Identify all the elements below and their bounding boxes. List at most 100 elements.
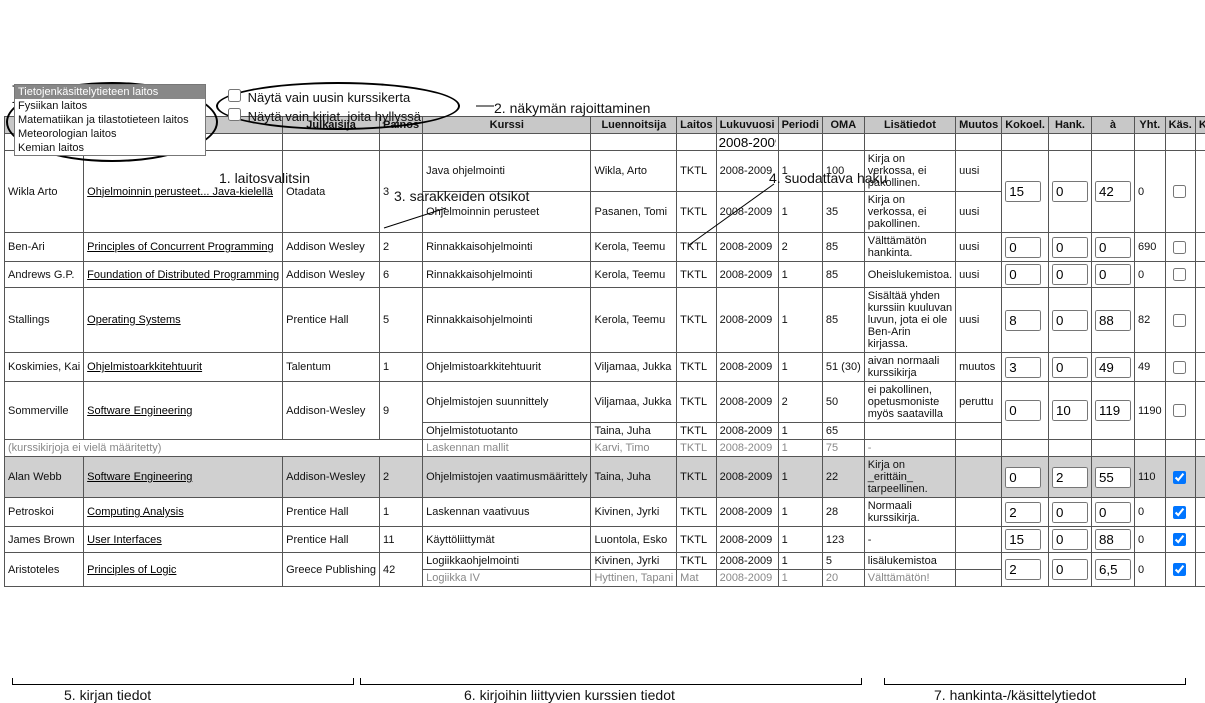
- filter-input[interactable]: [1196, 134, 1205, 150]
- filter-input[interactable]: [591, 134, 676, 150]
- col-header[interactable]: Kurssi: [423, 117, 591, 134]
- handled-checkbox[interactable]: [1173, 185, 1186, 198]
- ann-1: 1. laitosvalitsin: [219, 170, 310, 186]
- hank-input[interactable]: [1052, 237, 1088, 258]
- hank-input[interactable]: [1052, 181, 1088, 202]
- dept-option[interactable]: Kemian laitos: [15, 141, 205, 155]
- title-link[interactable]: Operating Systems: [84, 288, 283, 353]
- kokoel-input[interactable]: [1005, 502, 1041, 523]
- price-input[interactable]: [1095, 559, 1131, 580]
- handled-checkbox[interactable]: [1173, 361, 1186, 374]
- kokoel-input[interactable]: [1005, 559, 1041, 580]
- filter-input[interactable]: [717, 134, 778, 150]
- title-link[interactable]: Computing Analysis: [84, 498, 283, 527]
- kokoel-input[interactable]: [1005, 357, 1041, 378]
- filter-input[interactable]: [779, 134, 822, 150]
- filter-input[interactable]: [1049, 134, 1091, 150]
- col-header[interactable]: Muutos: [956, 117, 1002, 134]
- dept-option[interactable]: Meteorologian laitos: [15, 127, 205, 141]
- hank-input[interactable]: [1052, 502, 1088, 523]
- ann-2: 2. näkymän rajoittaminen: [494, 100, 650, 116]
- hank-input[interactable]: [1052, 310, 1088, 331]
- filter-input[interactable]: [1135, 134, 1165, 150]
- col-header[interactable]: Lisätiedot: [864, 117, 955, 134]
- title-link[interactable]: Software Engineering: [84, 382, 283, 440]
- filter-input[interactable]: [380, 134, 422, 150]
- title-link[interactable]: Ohjelmoinnin perusteet... Java-kielellä: [84, 151, 283, 233]
- kokoel-input[interactable]: [1005, 467, 1041, 488]
- kokoel-input[interactable]: [1005, 400, 1041, 421]
- price-input[interactable]: [1095, 181, 1131, 202]
- publisher: Addison Wesley: [283, 262, 380, 288]
- col-header[interactable]: Kokoel.: [1002, 117, 1049, 134]
- col-header[interactable]: à: [1091, 117, 1134, 134]
- not-defined: (kurssikirjoja ei vielä määritetty): [5, 440, 423, 457]
- filter-input[interactable]: [423, 134, 590, 150]
- handled-checkbox[interactable]: [1173, 314, 1186, 327]
- kokoel-input[interactable]: [1005, 181, 1041, 202]
- filter-input[interactable]: [1166, 134, 1195, 150]
- dept-option[interactable]: Matematiikan ja tilastotieteen laitos: [15, 113, 205, 127]
- total: 0: [1134, 151, 1165, 233]
- cb-shelf[interactable]: Näytä vain kirjat, joita hyllyssä: [224, 105, 421, 124]
- col-header[interactable]: Yht.: [1134, 117, 1165, 134]
- filter-input[interactable]: [823, 134, 864, 150]
- title-link[interactable]: Foundation of Distributed Programming: [84, 262, 283, 288]
- course: Rinnakkaisohjelmointi: [423, 262, 591, 288]
- filter-input[interactable]: [677, 134, 715, 150]
- filter-input[interactable]: [1002, 134, 1048, 150]
- price-input[interactable]: [1095, 310, 1131, 331]
- col-header[interactable]: Periodi: [778, 117, 822, 134]
- price-input[interactable]: [1095, 400, 1131, 421]
- filter-input[interactable]: [1092, 134, 1134, 150]
- handled-checkbox[interactable]: [1173, 268, 1186, 281]
- price-input[interactable]: [1095, 357, 1131, 378]
- cb-latest[interactable]: Näytä vain uusin kurssikerta: [224, 86, 421, 105]
- price-input[interactable]: [1095, 529, 1131, 550]
- col-header[interactable]: Kommentti: [1195, 117, 1205, 134]
- title-link[interactable]: Software Engineering: [84, 457, 283, 498]
- year: 2008-2009: [716, 440, 778, 457]
- hank-input[interactable]: [1052, 400, 1088, 421]
- kokoel-input[interactable]: [1005, 264, 1041, 285]
- handled-checkbox[interactable]: [1173, 404, 1186, 417]
- hank-input[interactable]: [1052, 357, 1088, 378]
- hank-input[interactable]: [1052, 559, 1088, 580]
- total: 0: [1134, 553, 1165, 587]
- handled-checkbox[interactable]: [1173, 506, 1186, 519]
- handled-checkbox[interactable]: [1173, 241, 1186, 254]
- title-link[interactable]: Principles of Concurrent Programming: [84, 233, 283, 262]
- col-header[interactable]: Lukuvuosi: [716, 117, 778, 134]
- brace-7: [884, 678, 1186, 685]
- kokoel-input[interactable]: [1005, 310, 1041, 331]
- col-header[interactable]: Hank.: [1048, 117, 1091, 134]
- handled-checkbox[interactable]: [1173, 533, 1186, 546]
- price-input[interactable]: [1095, 264, 1131, 285]
- dept-option[interactable]: Fysiikan laitos: [15, 99, 205, 113]
- col-header[interactable]: Laitos: [677, 117, 716, 134]
- dept-option[interactable]: Tietojenkäsittelytieteen laitos: [15, 85, 205, 99]
- total: 49: [1134, 353, 1165, 382]
- kokoel-input[interactable]: [1005, 529, 1041, 550]
- filter-input[interactable]: [283, 134, 379, 150]
- hank-input[interactable]: [1052, 264, 1088, 285]
- handled-checkbox[interactable]: [1173, 471, 1186, 484]
- col-header[interactable]: Käs.: [1165, 117, 1195, 134]
- col-header[interactable]: Luennoitsija: [591, 117, 677, 134]
- hank-input[interactable]: [1052, 529, 1088, 550]
- filter-input[interactable]: [956, 134, 1001, 150]
- hank-input[interactable]: [1052, 467, 1088, 488]
- handled-checkbox[interactable]: [1173, 563, 1186, 576]
- department-select[interactable]: Tietojenkäsittelytieteen laitosFysiikan …: [14, 84, 206, 156]
- filter-input[interactable]: [865, 134, 955, 150]
- col-header[interactable]: OMA: [822, 117, 864, 134]
- title-link[interactable]: Ohjelmistoarkkitehtuurit: [84, 353, 283, 382]
- author: Alan Webb: [5, 457, 84, 498]
- price-input[interactable]: [1095, 237, 1131, 258]
- price-input[interactable]: [1095, 502, 1131, 523]
- title-link[interactable]: Principles of Logic: [84, 553, 283, 587]
- kokoel-input[interactable]: [1005, 237, 1041, 258]
- muutos: uusi: [956, 262, 1002, 288]
- title-link[interactable]: User Interfaces: [84, 527, 283, 553]
- price-input[interactable]: [1095, 467, 1131, 488]
